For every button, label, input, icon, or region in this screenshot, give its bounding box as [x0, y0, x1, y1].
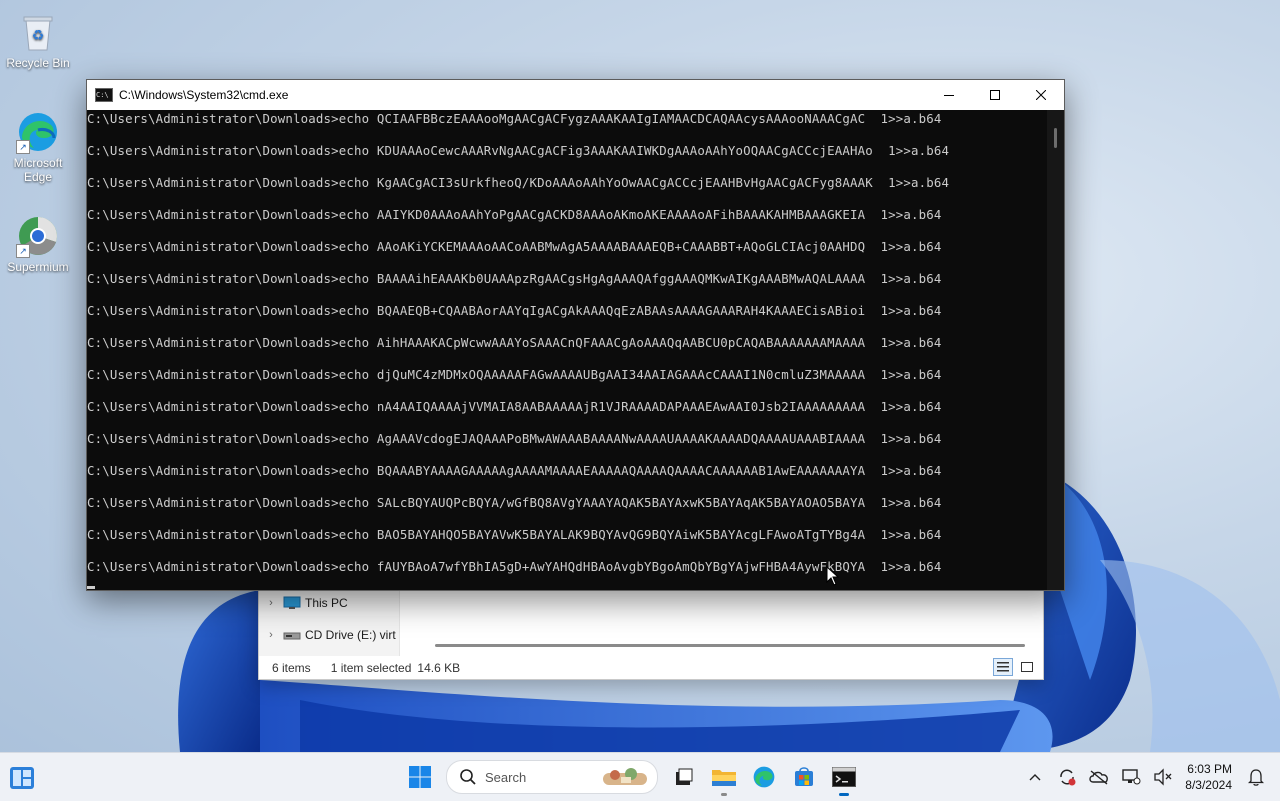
- store-icon: [795, 767, 813, 786]
- mouse-pointer-icon: [826, 566, 840, 586]
- cloud-offline-icon: [1089, 770, 1109, 785]
- view-toggle: [993, 658, 1037, 676]
- terminal-line: C:\Users\Administrator\Downloads>echo BQ…: [87, 303, 942, 318]
- item-count: 6 items: [272, 660, 311, 675]
- nav-item-label: CD Drive (E:) virt: [305, 628, 396, 642]
- minimize-icon: [944, 95, 954, 96]
- window-title: C:\Windows\System32\cmd.exe: [119, 88, 289, 102]
- desktop-icon-label: Microsoft Edge: [13, 156, 63, 184]
- chevron-up-icon: [1029, 774, 1041, 781]
- terminal-line: C:\Users\Administrator\Downloads>echo SA…: [87, 495, 942, 510]
- clock-time: 6:03 PM: [1187, 762, 1232, 776]
- maximize-button[interactable]: [972, 80, 1018, 110]
- bell-icon: [1248, 769, 1264, 786]
- notifications-button[interactable]: [1240, 761, 1272, 793]
- details-view-button[interactable]: [993, 658, 1013, 676]
- selection-count: 1 item selected: [330, 660, 412, 675]
- desktop-icon-label: Supermium: [7, 260, 69, 274]
- onedrive-button[interactable]: [1083, 761, 1115, 793]
- clock[interactable]: 6:03 PM 8/3/2024: [1185, 761, 1232, 793]
- nav-item-label: This PC: [305, 596, 348, 610]
- system-tray: 6:03 PM 8/3/2024: [1019, 753, 1280, 801]
- supermium-icon: ↗: [16, 214, 60, 258]
- terminal-line: C:\Users\Administrator\Downloads>echo KD…: [87, 143, 950, 158]
- terminal-line: C:\Users\Administrator\Downloads>echo QC…: [87, 111, 942, 126]
- shortcut-arrow-icon: ↗: [16, 140, 30, 154]
- task-view-icon: [676, 768, 693, 785]
- close-button[interactable]: [1018, 80, 1064, 110]
- cmd-app-icon: C:\: [95, 88, 113, 102]
- minimize-button[interactable]: [926, 80, 972, 110]
- details-view-icon: [997, 662, 1009, 672]
- terminal-line: C:\Users\Administrator\Downloads>echo BQ…: [87, 463, 942, 478]
- chevron-right-icon[interactable]: ›: [259, 629, 283, 641]
- desktop-icon-recycle-bin[interactable]: ♻ Recycle Bin: [0, 10, 76, 70]
- horizontal-scrollbar[interactable]: [435, 644, 1025, 647]
- terminal-line: C:\Users\Administrator\Downloads>echo Ag…: [87, 431, 942, 446]
- search-icon: [460, 769, 476, 785]
- search-placeholder: Search: [485, 769, 527, 785]
- taskbar-edge[interactable]: [744, 757, 784, 797]
- taskbar-file-explorer[interactable]: [704, 757, 744, 797]
- desktop-icon-label: Recycle Bin: [6, 56, 70, 70]
- file-explorer-window[interactable]: › This PC › CD Drive (E:) virt 6 items 1…: [258, 585, 1044, 680]
- recycle-bin-icon: ♻: [16, 10, 60, 54]
- widgets-icon: [10, 767, 34, 789]
- shortcut-arrow-icon: ↗: [16, 244, 30, 258]
- taskbar-search-box[interactable]: Search: [446, 760, 658, 794]
- taskbar-cmd[interactable]: [824, 757, 864, 797]
- desktop-icon-supermium[interactable]: ↗ Supermium: [0, 214, 76, 274]
- title-bar[interactable]: C:\ C:\Windows\System32\cmd.exe: [87, 80, 1064, 110]
- desktop-icon-microsoft-edge[interactable]: ↗ Microsoft Edge: [0, 110, 76, 184]
- show-hidden-icons-button[interactable]: [1019, 761, 1051, 793]
- terminal-line: C:\Users\Administrator\Downloads>echo AA…: [87, 239, 942, 254]
- widgets-button[interactable]: [8, 765, 36, 791]
- taskbar-store[interactable]: [784, 757, 824, 797]
- svg-text:♻: ♻: [32, 28, 45, 44]
- selection-size: 14.6 KB: [417, 660, 461, 675]
- nav-item-cd-drive[interactable]: › CD Drive (E:) virt: [259, 621, 399, 649]
- terminal-line: C:\Users\Administrator\Downloads>echo dj…: [87, 367, 942, 382]
- computer-icon: [283, 596, 301, 609]
- vertical-scrollbar[interactable]: [1047, 110, 1064, 590]
- terminal-line: C:\Users\Administrator\Downloads>echo fA…: [87, 559, 942, 574]
- terminal-icon: [832, 767, 856, 787]
- scrollbar-thumb[interactable]: [1054, 128, 1057, 148]
- clock-date: 8/3/2024: [1185, 778, 1232, 792]
- maximize-icon: [990, 90, 1000, 100]
- volume-muted-icon: [1154, 768, 1172, 786]
- volume-button[interactable]: [1147, 761, 1179, 793]
- terminal-line: C:\Users\Administrator\Downloads>echo nA…: [87, 399, 942, 414]
- taskbar: Search 6:03 PM 8/3/2024: [0, 752, 1280, 801]
- start-button[interactable]: [400, 757, 440, 797]
- edge-icon: ↗: [16, 110, 60, 154]
- search-highlight-icon: [603, 768, 647, 785]
- large-icons-view-button[interactable]: [1017, 658, 1037, 676]
- cmd-window[interactable]: C:\ C:\Windows\System32\cmd.exe C:\Users…: [86, 79, 1065, 591]
- status-bar: 6 items 1 item selected 14.6 KB: [259, 656, 1043, 679]
- tiles-view-icon: [1021, 662, 1033, 672]
- nav-item-this-pc[interactable]: › This PC: [259, 589, 399, 617]
- edge-icon: [753, 766, 775, 788]
- sync-status-button[interactable]: [1051, 761, 1083, 793]
- close-icon: [1036, 90, 1046, 100]
- terminal-line: C:\Users\Administrator\Downloads>echo BA…: [87, 527, 942, 542]
- terminal-output[interactable]: C:\Users\Administrator\Downloads>echo QC…: [87, 110, 1047, 590]
- navigation-pane: › This PC › CD Drive (E:) virt: [259, 586, 400, 656]
- taskbar-apps: Search: [400, 757, 864, 797]
- terminal-line: C:\Users\Administrator\Downloads>echo Kg…: [87, 175, 950, 190]
- network-button[interactable]: [1115, 761, 1147, 793]
- terminal-line: C:\Users\Administrator\Downloads>echo BA…: [87, 271, 942, 286]
- cd-drive-icon: [283, 632, 301, 640]
- file-explorer-icon: [712, 770, 736, 786]
- text-cursor: [87, 586, 95, 589]
- network-icon: [1122, 769, 1141, 785]
- terminal-line: C:\Users\Administrator\Downloads>echo AA…: [87, 207, 942, 222]
- sync-error-icon: [1060, 769, 1076, 786]
- terminal-line: C:\Users\Administrator\Downloads>echo Ai…: [87, 335, 942, 350]
- chevron-right-icon[interactable]: ›: [259, 597, 283, 609]
- task-view-button[interactable]: [664, 757, 704, 797]
- windows-logo-icon: [409, 766, 431, 788]
